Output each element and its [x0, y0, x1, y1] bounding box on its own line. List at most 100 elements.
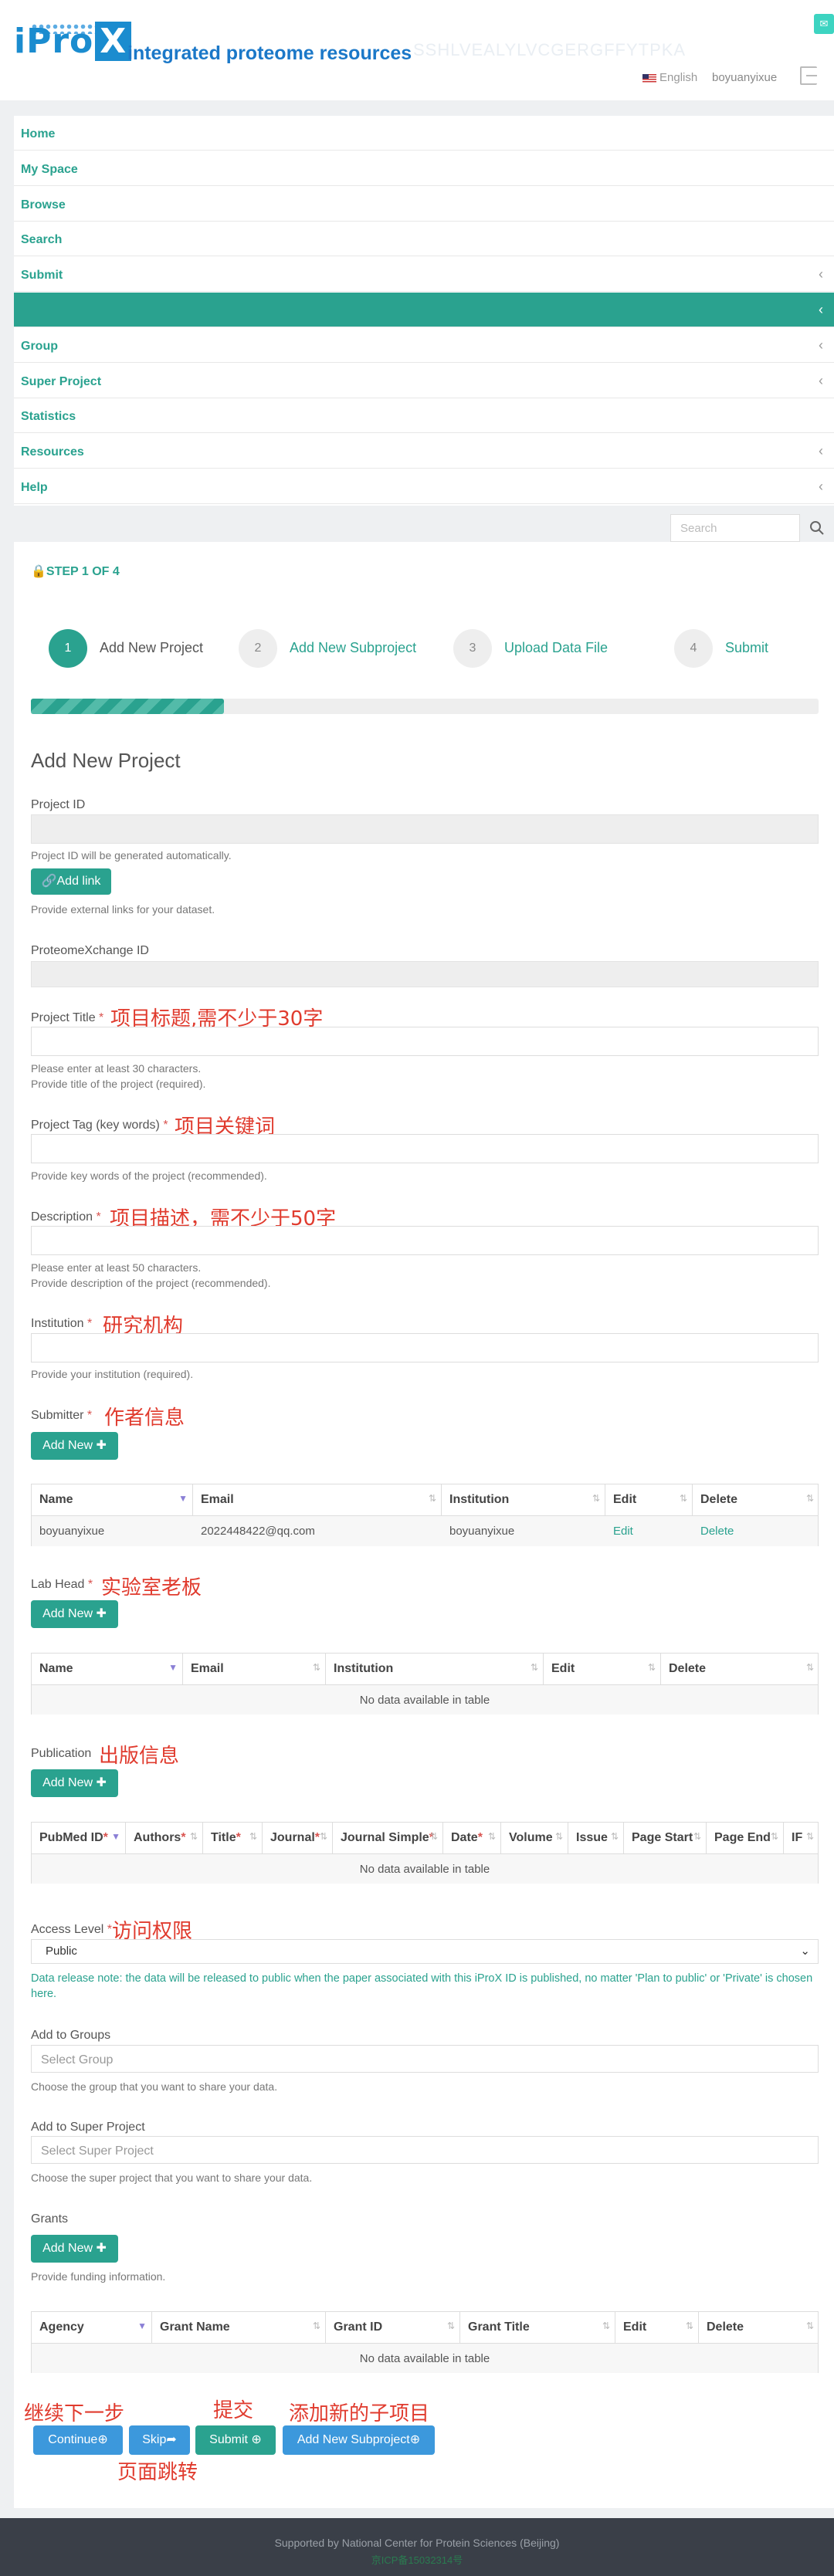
step-1-label[interactable]: Add New Project	[100, 640, 203, 656]
logout-icon[interactable]	[800, 66, 817, 85]
grants-col-delete[interactable]: Delete	[699, 2312, 819, 2343]
lab-head-col-delete[interactable]: Delete	[661, 1654, 819, 1684]
chevron-down-icon: ⌄	[800, 1945, 810, 1958]
sidebar-item-search[interactable]: Search	[14, 222, 834, 257]
pub-col-page-end[interactable]: Page End	[707, 1823, 784, 1853]
chevron-left-icon: ‹	[819, 479, 823, 494]
lab-head-empty: No data available in table	[32, 1684, 818, 1715]
grants-col-grant-id[interactable]: Grant ID	[326, 2312, 460, 2343]
plus-icon: ✚	[96, 1439, 107, 1452]
pub-col-page-start[interactable]: Page Start	[624, 1823, 707, 1853]
groups-help: Choose the group that you want to share …	[31, 2080, 278, 2093]
lab-head-col-institution[interactable]: Institution	[326, 1654, 544, 1684]
lab-head-col-name[interactable]: Name	[32, 1654, 183, 1684]
pub-col-pubmed-id[interactable]: PubMed ID*	[32, 1823, 126, 1853]
project-title-input[interactable]	[31, 1027, 819, 1056]
sidebar-item-label: My Space	[21, 162, 78, 176]
groups-select[interactable]: Select Group	[31, 2045, 819, 2073]
step-3-label[interactable]: Upload Data File	[504, 640, 608, 656]
grants-add-new-button[interactable]: Add New ✚	[31, 2235, 118, 2263]
grants-col-agency[interactable]: Agency	[32, 2312, 152, 2343]
search-icon[interactable]	[809, 520, 825, 536]
submitter-delete-link[interactable]: Delete	[693, 1525, 734, 1538]
us-flag-icon	[642, 73, 656, 83]
step-4-circle: 4	[674, 629, 713, 668]
access-level-select[interactable]: Public ⌄	[31, 1939, 819, 1964]
sidebar-item-help[interactable]: Help ‹	[14, 469, 834, 504]
super-project-select[interactable]: Select Super Project	[31, 2136, 819, 2164]
pub-col-issue[interactable]: Issue	[568, 1823, 624, 1853]
footer-icp-link[interactable]: 京ICP备15032314号	[0, 2552, 834, 2567]
pub-col-if[interactable]: IF	[784, 1823, 819, 1853]
grants-col-edit[interactable]: Edit	[615, 2312, 699, 2343]
skip-button[interactable]: Skip➦	[129, 2425, 190, 2455]
pub-col-journal-simple[interactable]: Journal Simple*	[333, 1823, 443, 1853]
pub-col-journal[interactable]: Journal*	[263, 1823, 333, 1853]
sidebar-item-label: Statistics	[21, 410, 76, 424]
pub-col-date[interactable]: Date*	[443, 1823, 501, 1853]
language-switch[interactable]: English	[642, 71, 697, 84]
sidebar-item-group[interactable]: Group ‹	[14, 328, 834, 363]
sidebar-item-current[interactable]: ‹	[14, 293, 834, 327]
lab-head-add-new-button[interactable]: Add New ✚	[31, 1600, 118, 1628]
submitter-add-new-button[interactable]: Add New ✚	[31, 1432, 118, 1460]
submitter-email-cell: 2022448422@qq.com	[201, 1525, 315, 1538]
project-tag-input[interactable]	[31, 1134, 819, 1163]
plus-icon: ✚	[96, 1776, 107, 1789]
grants-help: Provide funding information.	[31, 2270, 166, 2283]
lab-head-table: Name Email Institution Edit Delete No da…	[31, 1653, 819, 1715]
sidebar-item-submit[interactable]: Submit ‹	[14, 257, 834, 293]
px-id-field	[31, 961, 819, 987]
pub-col-volume[interactable]: Volume	[501, 1823, 568, 1853]
pub-col-title[interactable]: Title*	[203, 1823, 263, 1853]
grants-col-grant-name[interactable]: Grant Name	[152, 2312, 326, 2343]
lab-head-annotation: 实验室老板	[101, 1576, 202, 1599]
grants-col-grant-title[interactable]: Grant Title	[460, 2312, 615, 2343]
add-link-button[interactable]: 🔗Add link	[31, 868, 111, 895]
submitter-col-name[interactable]: Name	[32, 1484, 193, 1515]
arrow-circle-icon: ⊕	[409, 2433, 421, 2446]
submitter-edit-link[interactable]: Edit	[605, 1525, 633, 1538]
submitter-col-delete[interactable]: Delete	[693, 1484, 819, 1515]
skip-annotation: 页面跳转	[117, 2461, 198, 2484]
search-input[interactable]: Search	[670, 514, 800, 542]
chevron-left-icon: ‹	[819, 337, 823, 353]
super-project-label: Add to Super Project	[31, 2121, 145, 2134]
submitter-col-edit[interactable]: Edit	[605, 1484, 693, 1515]
project-title-label: Project Title *	[31, 1011, 104, 1024]
submitter-col-institution[interactable]: Institution	[442, 1484, 605, 1515]
sidebar-item-my-space[interactable]: My Space	[14, 151, 834, 186]
submit-button[interactable]: Submit ⊕	[195, 2425, 276, 2455]
sidebar-item-home[interactable]: Home	[14, 116, 834, 151]
continue-annotation: 继续下一步	[24, 2402, 125, 2425]
plus-icon: ✚	[96, 2242, 107, 2255]
sidebar-item-statistics[interactable]: Statistics	[14, 398, 834, 434]
chat-icon[interactable]: ✉	[814, 14, 834, 34]
publication-annotation: 出版信息	[99, 1745, 180, 1768]
username-link[interactable]: boyuanyixue	[712, 71, 777, 84]
lab-head-col-edit[interactable]: Edit	[544, 1654, 661, 1684]
sidebar-item-super-project[interactable]: Super Project ‹	[14, 364, 834, 398]
sidebar-item-resources[interactable]: Resources ‹	[14, 434, 834, 469]
footer-text: Supported by National Center for Protein…	[274, 2537, 560, 2549]
sidebar-item-browse[interactable]: Browse	[14, 187, 834, 222]
description-input[interactable]	[31, 1226, 819, 1255]
header-sequence-watermark: SSHLVEALYLVCGERGFFYTPKA	[413, 40, 687, 59]
publication-label: Publication	[31, 1747, 92, 1760]
chevron-left-icon: ‹	[819, 372, 823, 388]
arrow-circle-icon: ⊕	[251, 2433, 262, 2446]
step-4-label[interactable]: Submit	[725, 640, 768, 656]
submitter-col-email[interactable]: Email	[193, 1484, 442, 1515]
pub-col-authors[interactable]: Authors*	[126, 1823, 203, 1853]
step-2-label[interactable]: Add New Subproject	[290, 640, 416, 656]
grants-table: Agency Grant Name Grant ID Grant Title E…	[31, 2311, 819, 2373]
add-subproject-button[interactable]: Add New Subproject⊕	[283, 2425, 435, 2455]
continue-button[interactable]: Continue⊕	[33, 2425, 123, 2455]
publication-add-new-button[interactable]: Add New ✚	[31, 1769, 118, 1797]
iprox-logo[interactable]: iPro X	[14, 22, 132, 61]
add-subproject-annotation: 添加新的子项目	[289, 2402, 430, 2425]
institution-input[interactable]	[31, 1333, 819, 1362]
chevron-left-icon: ‹	[819, 302, 823, 317]
site-tagline: integrated proteome resources	[127, 42, 412, 64]
lab-head-col-email[interactable]: Email	[183, 1654, 326, 1684]
